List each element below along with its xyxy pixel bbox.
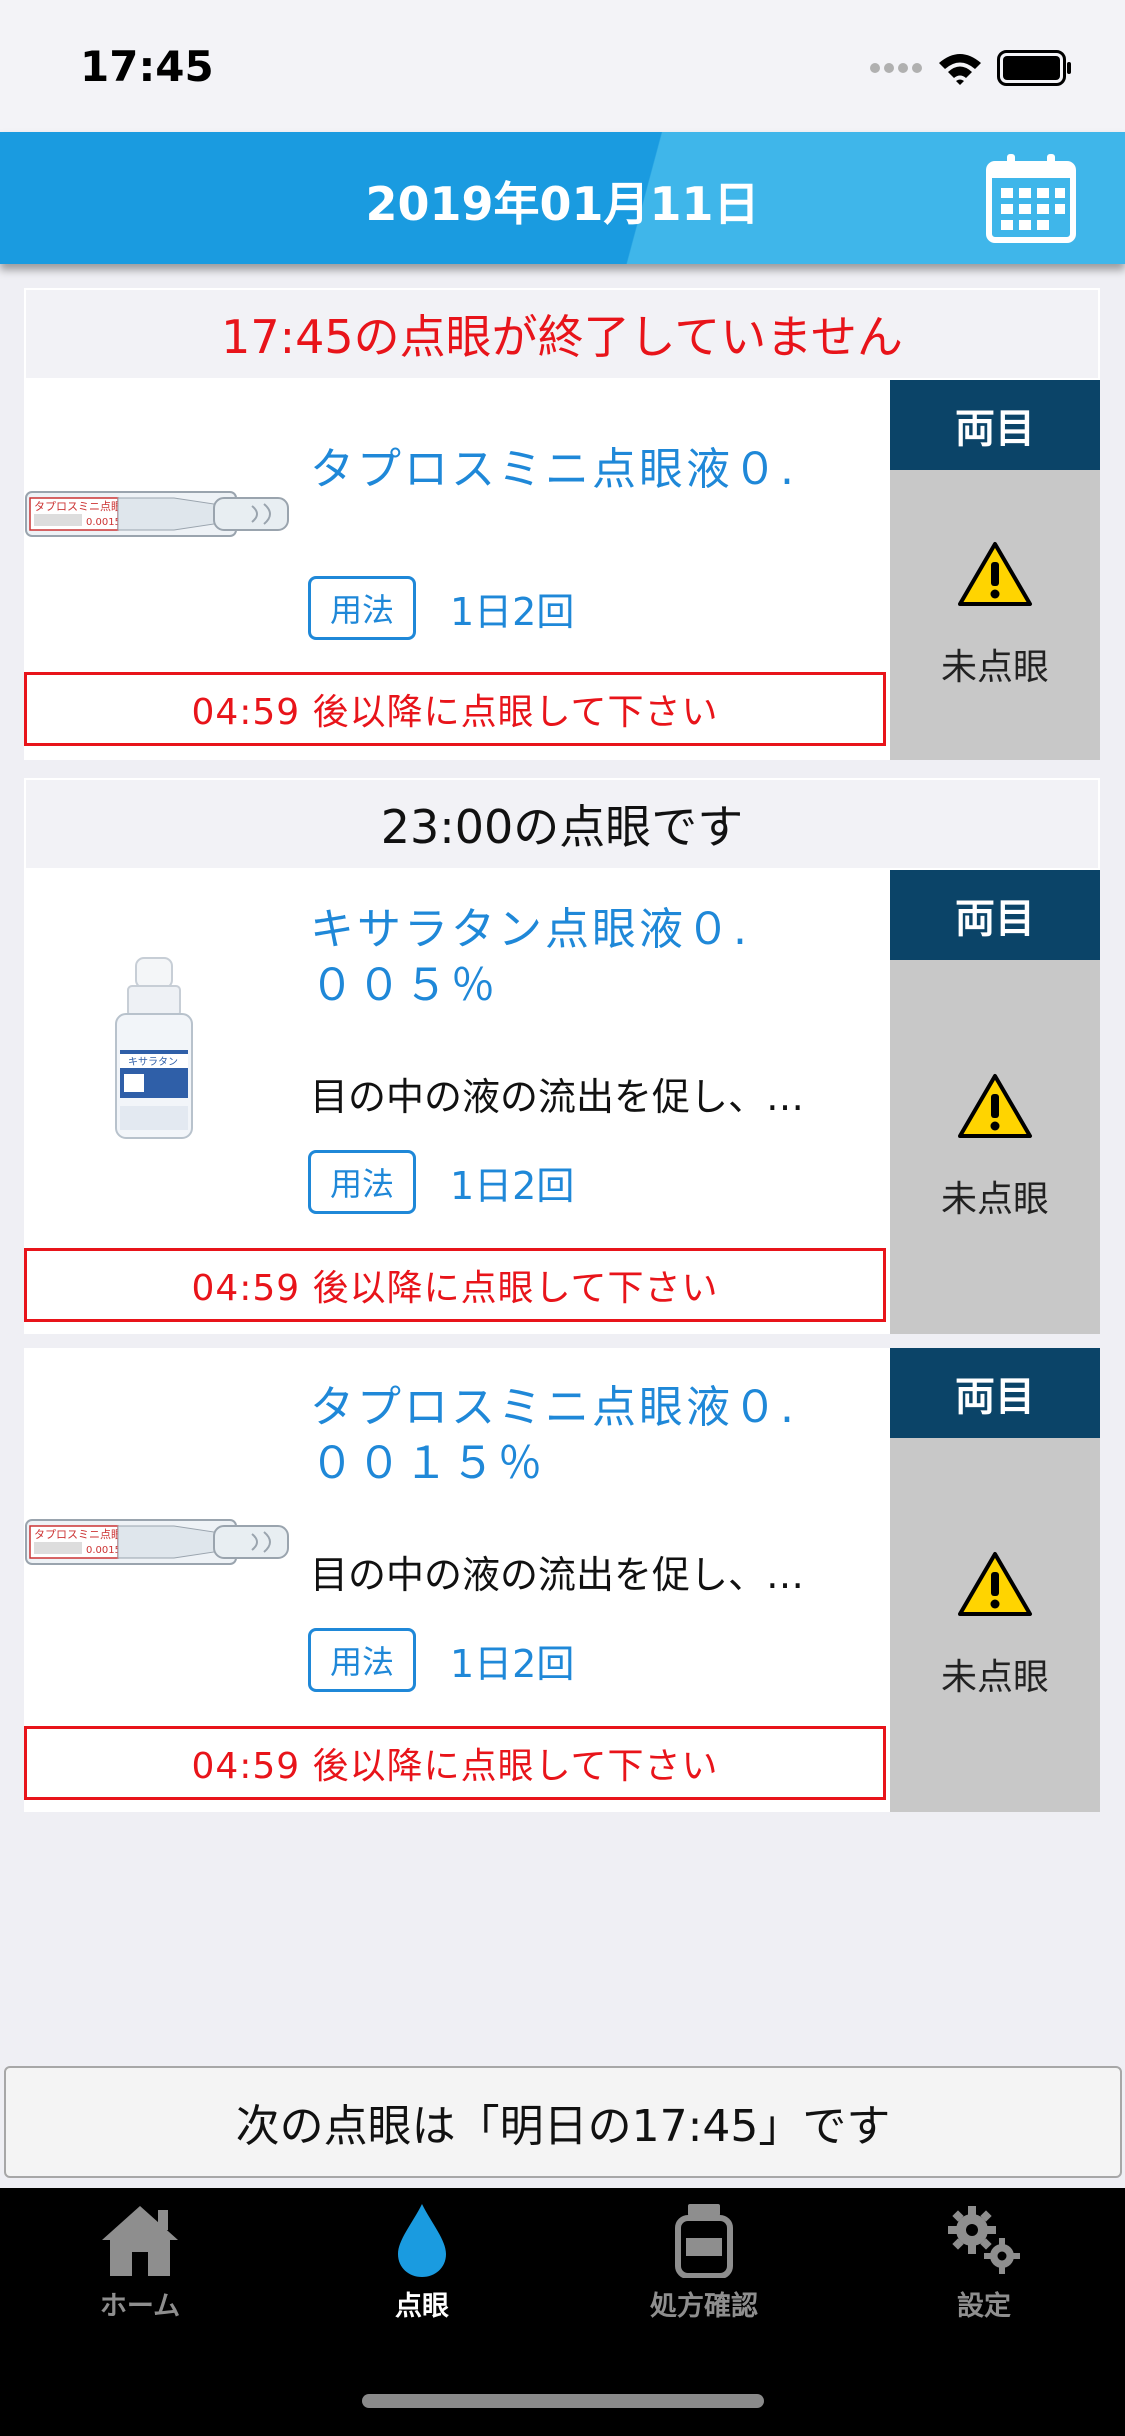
usage-row: 用法 1日2回 — [308, 576, 574, 640]
dose-status-label: 未点眼 — [940, 1179, 1049, 1220]
tab-label: 点眼 — [395, 2291, 449, 2322]
home-indicator — [362, 2394, 764, 2408]
status-bar: 17:45 — [0, 0, 1125, 132]
bottle-icon — [675, 2204, 733, 2278]
eye-status-column: 両目 未点眼 — [890, 870, 1100, 1334]
battery-icon — [997, 50, 1071, 86]
warning-icon — [958, 1552, 1032, 1616]
calendar-icon — [986, 154, 1076, 243]
status-time: 17:45 — [80, 42, 214, 91]
dose-list: 17:45の点眼が終了していません タプロスミニ点眼液 0.0015% タプロス… — [24, 288, 1100, 1812]
gear-icon — [948, 2206, 1020, 2274]
dose-status-button[interactable]: 未点眼 — [890, 470, 1100, 760]
dose-status-button[interactable]: 未点眼 — [890, 960, 1100, 1334]
wifi-icon — [939, 54, 981, 85]
dose-status-label: 未点眼 — [940, 647, 1049, 688]
frequency-text: 1日2回 — [450, 1641, 575, 1686]
medication-description: 目の中の液の流出を促し、… — [310, 1553, 805, 1597]
dose-status-button[interactable]: 未点眼 — [890, 1438, 1100, 1812]
eye-status-column: 両目 未点眼 — [890, 1348, 1100, 1812]
medication-card[interactable]: タプロスミニ点眼液 0.0015% タプロスミニ点眼液０. ００１５％ 目の中の… — [24, 1348, 1100, 1812]
medication-image: タプロスミニ点眼液 0.0015% — [24, 480, 294, 554]
medication-name: タプロスミニ点眼液０. — [310, 444, 797, 495]
tab-home[interactable]: ホーム — [30, 2202, 250, 2323]
eye-status-column: 両目 未点眼 — [890, 380, 1100, 760]
tab-label: 処方確認 — [650, 2291, 758, 2322]
warning-icon — [958, 542, 1032, 606]
home-icon — [102, 2206, 178, 2276]
frequency-text: 1日2回 — [450, 589, 575, 634]
medication-name: キサラタン点眼液０. ００５％ — [310, 904, 750, 1011]
timing-notice: 04:59 後以降に点眼して下さい — [24, 1726, 886, 1800]
timing-notice: 04:59 後以降に点眼して下さい — [24, 672, 886, 746]
medication-image: タプロスミニ点眼液 0.0015% — [24, 1508, 294, 1582]
tab-label: 設定 — [957, 2291, 1011, 2322]
medication-image: キサラタン — [24, 950, 294, 1154]
tab-prescription[interactable]: 処方確認 — [594, 2202, 814, 2323]
svg-text:キサラタン: キサラタン — [128, 1056, 178, 1068]
eye-label: 両目 — [890, 380, 1100, 470]
usage-button[interactable]: 用法 — [308, 576, 416, 640]
nav-bar: 2019年01月11日 — [0, 132, 1125, 264]
calendar-button[interactable] — [985, 152, 1077, 244]
medication-description: 目の中の液の流出を促し、… — [310, 1075, 805, 1119]
tab-eyedrop[interactable]: 点眼 — [312, 2202, 532, 2323]
eye-label: 両目 — [890, 1348, 1100, 1438]
usage-row: 用法 1日2回 — [308, 1628, 574, 1692]
usage-button[interactable]: 用法 — [308, 1628, 416, 1692]
tab-settings[interactable]: 設定 — [874, 2202, 1094, 2323]
medication-card[interactable]: タプロスミニ点眼液 0.0015% タプロスミニ点眼液０. 用法 1日2回 04… — [24, 380, 1100, 760]
warning-icon — [958, 1074, 1032, 1138]
eye-label: 両目 — [890, 870, 1100, 960]
section-header-overdue: 17:45の点眼が終了していません — [24, 288, 1100, 380]
medication-name: タプロスミニ点眼液０. ００１５％ — [310, 1382, 797, 1489]
dose-status-label: 未点眼 — [940, 1657, 1049, 1698]
usage-row: 用法 1日2回 — [308, 1150, 574, 1214]
signal-icon — [870, 63, 922, 73]
next-dose-banner: 次の点眼は「明日の17:45」です — [4, 2066, 1122, 2178]
usage-button[interactable]: 用法 — [308, 1150, 416, 1214]
status-icons — [869, 48, 1073, 88]
tab-label: ホーム — [99, 2291, 181, 2322]
timing-notice: 04:59 後以降に点眼して下さい — [24, 1248, 886, 1322]
frequency-text: 1日2回 — [450, 1163, 575, 1208]
page-title: 2019年01月11日 — [365, 177, 760, 231]
medication-card[interactable]: キサラタン キサラタン点眼液０. ００５％ 目の中の液の流出を促し、… 用法 1… — [24, 870, 1100, 1334]
drop-icon — [398, 2204, 446, 2277]
section-header-upcoming: 23:00の点眼です — [24, 778, 1100, 870]
